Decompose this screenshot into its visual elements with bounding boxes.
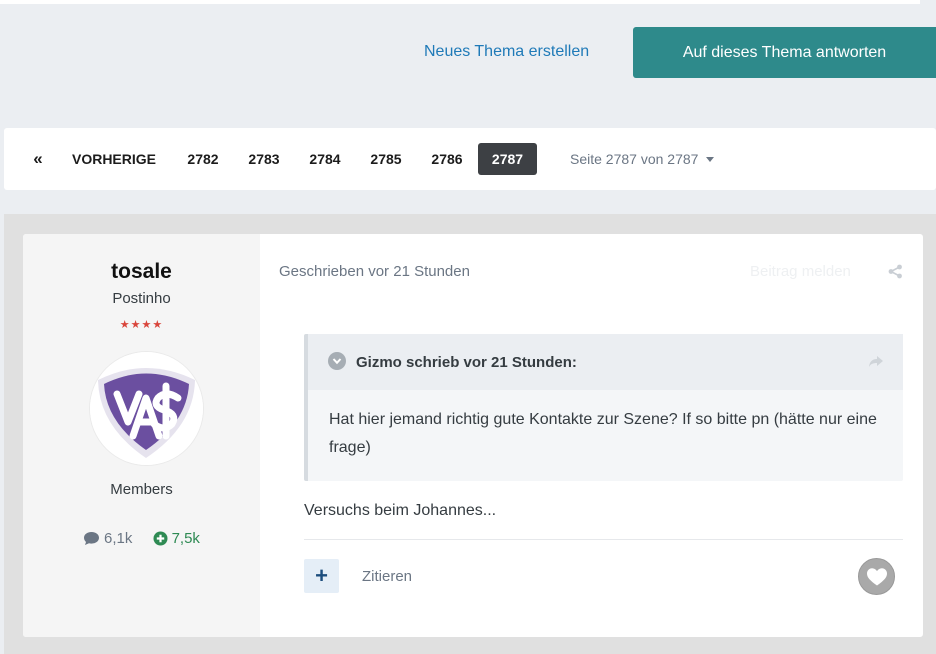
divider bbox=[304, 539, 903, 540]
page-jump-label: Seite 2787 von 2787 bbox=[570, 151, 699, 167]
quote-share-icon[interactable] bbox=[868, 354, 884, 373]
like-button[interactable] bbox=[858, 558, 895, 595]
pagination: « VORHERIGE 2782 2783 2784 2785 2786 278… bbox=[4, 128, 936, 190]
quote-block: Gizmo schrieb vor 21 Stunden: Hat hier j… bbox=[304, 334, 903, 481]
page-link-2786[interactable]: 2786 bbox=[422, 143, 472, 175]
previous-page-link[interactable]: VORHERIGE bbox=[66, 143, 162, 175]
post: tosale Postinho ★★★★ Members 6,1k 7,5k G… bbox=[23, 234, 923, 637]
quote-citation: Gizmo schrieb vor 21 Stunden: bbox=[356, 354, 577, 371]
page-link-2782[interactable]: 2782 bbox=[178, 143, 228, 175]
topic-action-bar: Neues Thema erstellen Auf dieses Thema a… bbox=[0, 27, 936, 78]
caret-down-icon bbox=[706, 156, 715, 162]
post-content: Geschrieben vor 21 Stunden Beitrag melde… bbox=[260, 234, 923, 637]
post-container: tosale Postinho ★★★★ Members 6,1k 7,5k G… bbox=[4, 214, 936, 654]
reply-button[interactable]: Auf dieses Thema antworten bbox=[633, 27, 936, 78]
multiquote-button[interactable]: + bbox=[304, 559, 339, 593]
post-text: Versuchs beim Johannes... bbox=[304, 502, 497, 519]
page-jump-dropdown[interactable]: Seite 2787 von 2787 bbox=[570, 143, 715, 175]
member-group: Members bbox=[110, 481, 173, 498]
page-link-current[interactable]: 2787 bbox=[478, 143, 537, 175]
rank-stars: ★★★★ bbox=[119, 319, 164, 331]
author-name[interactable]: tosale bbox=[23, 260, 260, 284]
page-link-2784[interactable]: 2784 bbox=[300, 143, 350, 175]
author-stats: 6,1k 7,5k bbox=[23, 530, 260, 550]
reputation-value: 7,5k bbox=[171, 530, 200, 547]
post-date: Geschrieben vor 21 Stunden bbox=[279, 263, 470, 280]
club-crest-icon bbox=[90, 352, 203, 465]
quote-link[interactable]: Zitieren bbox=[362, 568, 412, 585]
comment-icon bbox=[84, 532, 100, 545]
author-panel: tosale Postinho ★★★★ Members 6,1k 7,5k bbox=[23, 234, 260, 637]
quote-collapse-toggle[interactable] bbox=[328, 352, 346, 370]
page-link-2783[interactable]: 2783 bbox=[239, 143, 289, 175]
page-link-2785[interactable]: 2785 bbox=[361, 143, 411, 175]
reputation: 7,5k bbox=[153, 530, 200, 547]
quote-text: Hat hier jemand richtig gute Kontakte zu… bbox=[329, 411, 877, 456]
top-strip bbox=[0, 0, 920, 4]
chevron-down-icon bbox=[332, 358, 342, 365]
report-link[interactable]: Beitrag melden bbox=[750, 263, 851, 280]
author-rank-title: Postinho bbox=[112, 290, 171, 307]
quote-header: Gizmo schrieb vor 21 Stunden: bbox=[308, 334, 903, 390]
share-icon[interactable] bbox=[888, 264, 903, 284]
first-page-icon[interactable]: « bbox=[28, 143, 48, 175]
plus-circle-icon bbox=[153, 531, 168, 546]
heart-icon bbox=[866, 567, 887, 585]
new-topic-link[interactable]: Neues Thema erstellen bbox=[424, 43, 589, 61]
avatar[interactable] bbox=[90, 352, 203, 465]
post-count-value: 6,1k bbox=[104, 530, 133, 547]
post-count: 6,1k bbox=[83, 530, 132, 547]
